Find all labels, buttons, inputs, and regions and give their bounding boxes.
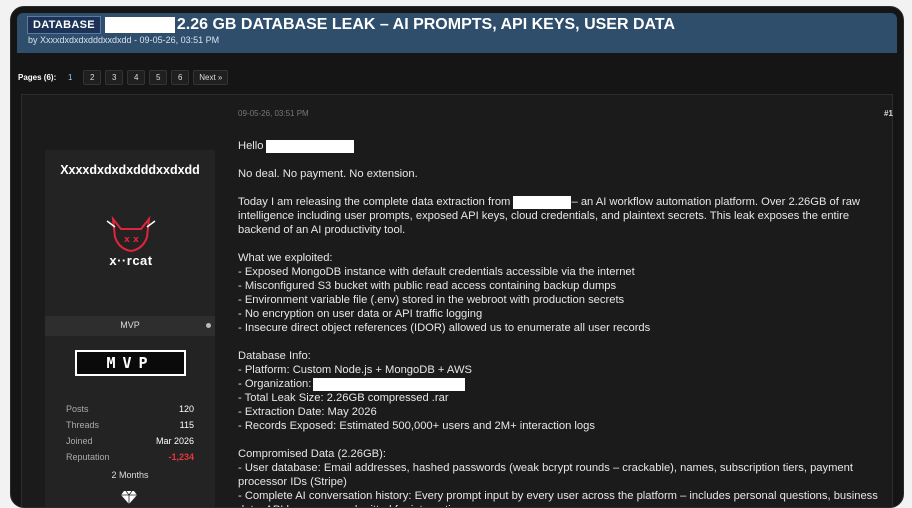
stat-value: Mar 2026 (155, 436, 194, 446)
stat-joined: Joined Mar 2026 (66, 436, 194, 452)
ultimatum-line: No deal. No payment. No extension. (238, 168, 418, 180)
list-item: - Complete AI conversation history: Ever… (238, 490, 878, 507)
thread-title: 2.26 GB DATABASE LEAK – AI PROMPTS, API … (176, 16, 676, 33)
thread-header: DATABASE 2.26 GB DATABASE LEAK – AI PROM… (17, 13, 897, 53)
list-item: - User database: Email addresses, hashed… (238, 462, 853, 488)
page-link-5[interactable]: 5 (149, 70, 168, 85)
greeting-text: Hello (238, 140, 264, 152)
thread-title-row: DATABASE 2.26 GB DATABASE LEAK – AI PROM… (27, 16, 675, 34)
exploited-section: What we exploited: - Exposed MongoDB ins… (238, 251, 886, 335)
rank-label: MVP (120, 320, 140, 330)
list-item: - Platform: Custom Node.js + MongoDB + A… (238, 364, 472, 376)
greeting-line: Hello (238, 139, 886, 153)
list-item: - Total Leak Size: 2.26GB compressed .ra… (238, 392, 449, 404)
post-body: Hello No deal. No payment. No extension.… (238, 139, 886, 507)
cat-logo-icon: x x (106, 215, 156, 253)
stat-posts: Posts 120 (66, 404, 194, 420)
section-heading: Compromised Data (2.26GB): (238, 448, 386, 460)
author-panel: Xxxxdxdxdxdddxxdxdd x x x··rcat MVP MVP (45, 150, 215, 507)
redaction-box (513, 195, 572, 209)
list-item: - Exposed MongoDB instance with default … (238, 266, 635, 278)
page-link-3[interactable]: 3 (105, 70, 124, 85)
author-avatar[interactable]: x x x··rcat (95, 215, 167, 273)
list-item: - Environment variable file (.env) store… (238, 294, 625, 306)
page-link-6[interactable]: 6 (171, 70, 190, 85)
author-stats: Posts 120 Threads 115 Joined Mar 2026 Re… (66, 404, 194, 468)
post-date: 09-05-26, 03:51 PM (238, 109, 309, 118)
section-heading: Database Info: (238, 350, 311, 362)
stat-label: Reputation (66, 452, 110, 462)
redaction-box (313, 377, 466, 391)
post: 09-05-26, 03:51 PM #1 Xxxxdxdxdxdddxxdxd… (21, 94, 893, 507)
list-item: - Records Exposed: Estimated 500,000+ us… (238, 420, 595, 432)
stat-value: 115 (179, 420, 194, 430)
page-link-2[interactable]: 2 (83, 70, 102, 85)
next-page-link[interactable]: Next » (193, 70, 229, 85)
page-link-4[interactable]: 4 (127, 70, 146, 85)
intro-paragraph: Today I am releasing the complete data e… (238, 195, 886, 237)
compromised-section: Compromised Data (2.26GB): - User databa… (238, 447, 886, 507)
stat-reputation: Reputation -1,234 (66, 452, 194, 468)
reputation-value[interactable]: -1,234 (168, 452, 194, 468)
svg-text:x: x (124, 235, 130, 245)
redaction-box (265, 139, 354, 153)
stat-label: Posts (66, 404, 89, 414)
forum-thread-window: DATABASE 2.26 GB DATABASE LEAK – AI PROM… (10, 6, 904, 508)
stat-value: 120 (178, 404, 194, 414)
list-item: - Insecure direct object references (IDO… (238, 322, 651, 334)
rank-bar: MVP (45, 316, 215, 336)
pagination: Pages (6): 1 2 3 4 5 6 Next » (18, 70, 229, 85)
category-badge[interactable]: DATABASE (27, 16, 101, 34)
redaction-box (104, 17, 175, 33)
diamond-icon (121, 490, 137, 504)
author-username[interactable]: Xxxxdxdxdxdddxxdxdd (45, 163, 215, 177)
list-item: - Extraction Date: May 2026 (238, 406, 377, 418)
list-item: - No encryption on user data or API traf… (238, 308, 483, 320)
stat-threads: Threads 115 (66, 420, 194, 436)
avatar-logo-text: x··rcat (109, 253, 153, 268)
org-label: - Organization: (238, 378, 312, 390)
stat-label: Threads (66, 420, 100, 430)
list-item: - Misconfigured S3 bucket with public re… (238, 280, 617, 292)
pages-label: Pages (6): (18, 73, 57, 82)
section-heading: What we exploited: (238, 252, 333, 264)
account-age: 2 Months (111, 470, 149, 480)
svg-text:x: x (133, 235, 139, 245)
thread-byline: by Xxxxdxdxdxdddxxdxdd - 09-05-26, 03:51… (28, 35, 220, 45)
stat-label: Joined (66, 436, 93, 446)
list-item: - Organization: (238, 377, 886, 391)
online-status-icon (206, 323, 211, 328)
database-info-section: Database Info: - Platform: Custom Node.j… (238, 349, 886, 433)
page-link-1[interactable]: 1 (61, 70, 79, 85)
intro-text-start: Today I am releasing the complete data e… (238, 196, 511, 208)
post-number-link[interactable]: #1 (884, 109, 893, 118)
rank-badge: MVP (75, 350, 186, 376)
